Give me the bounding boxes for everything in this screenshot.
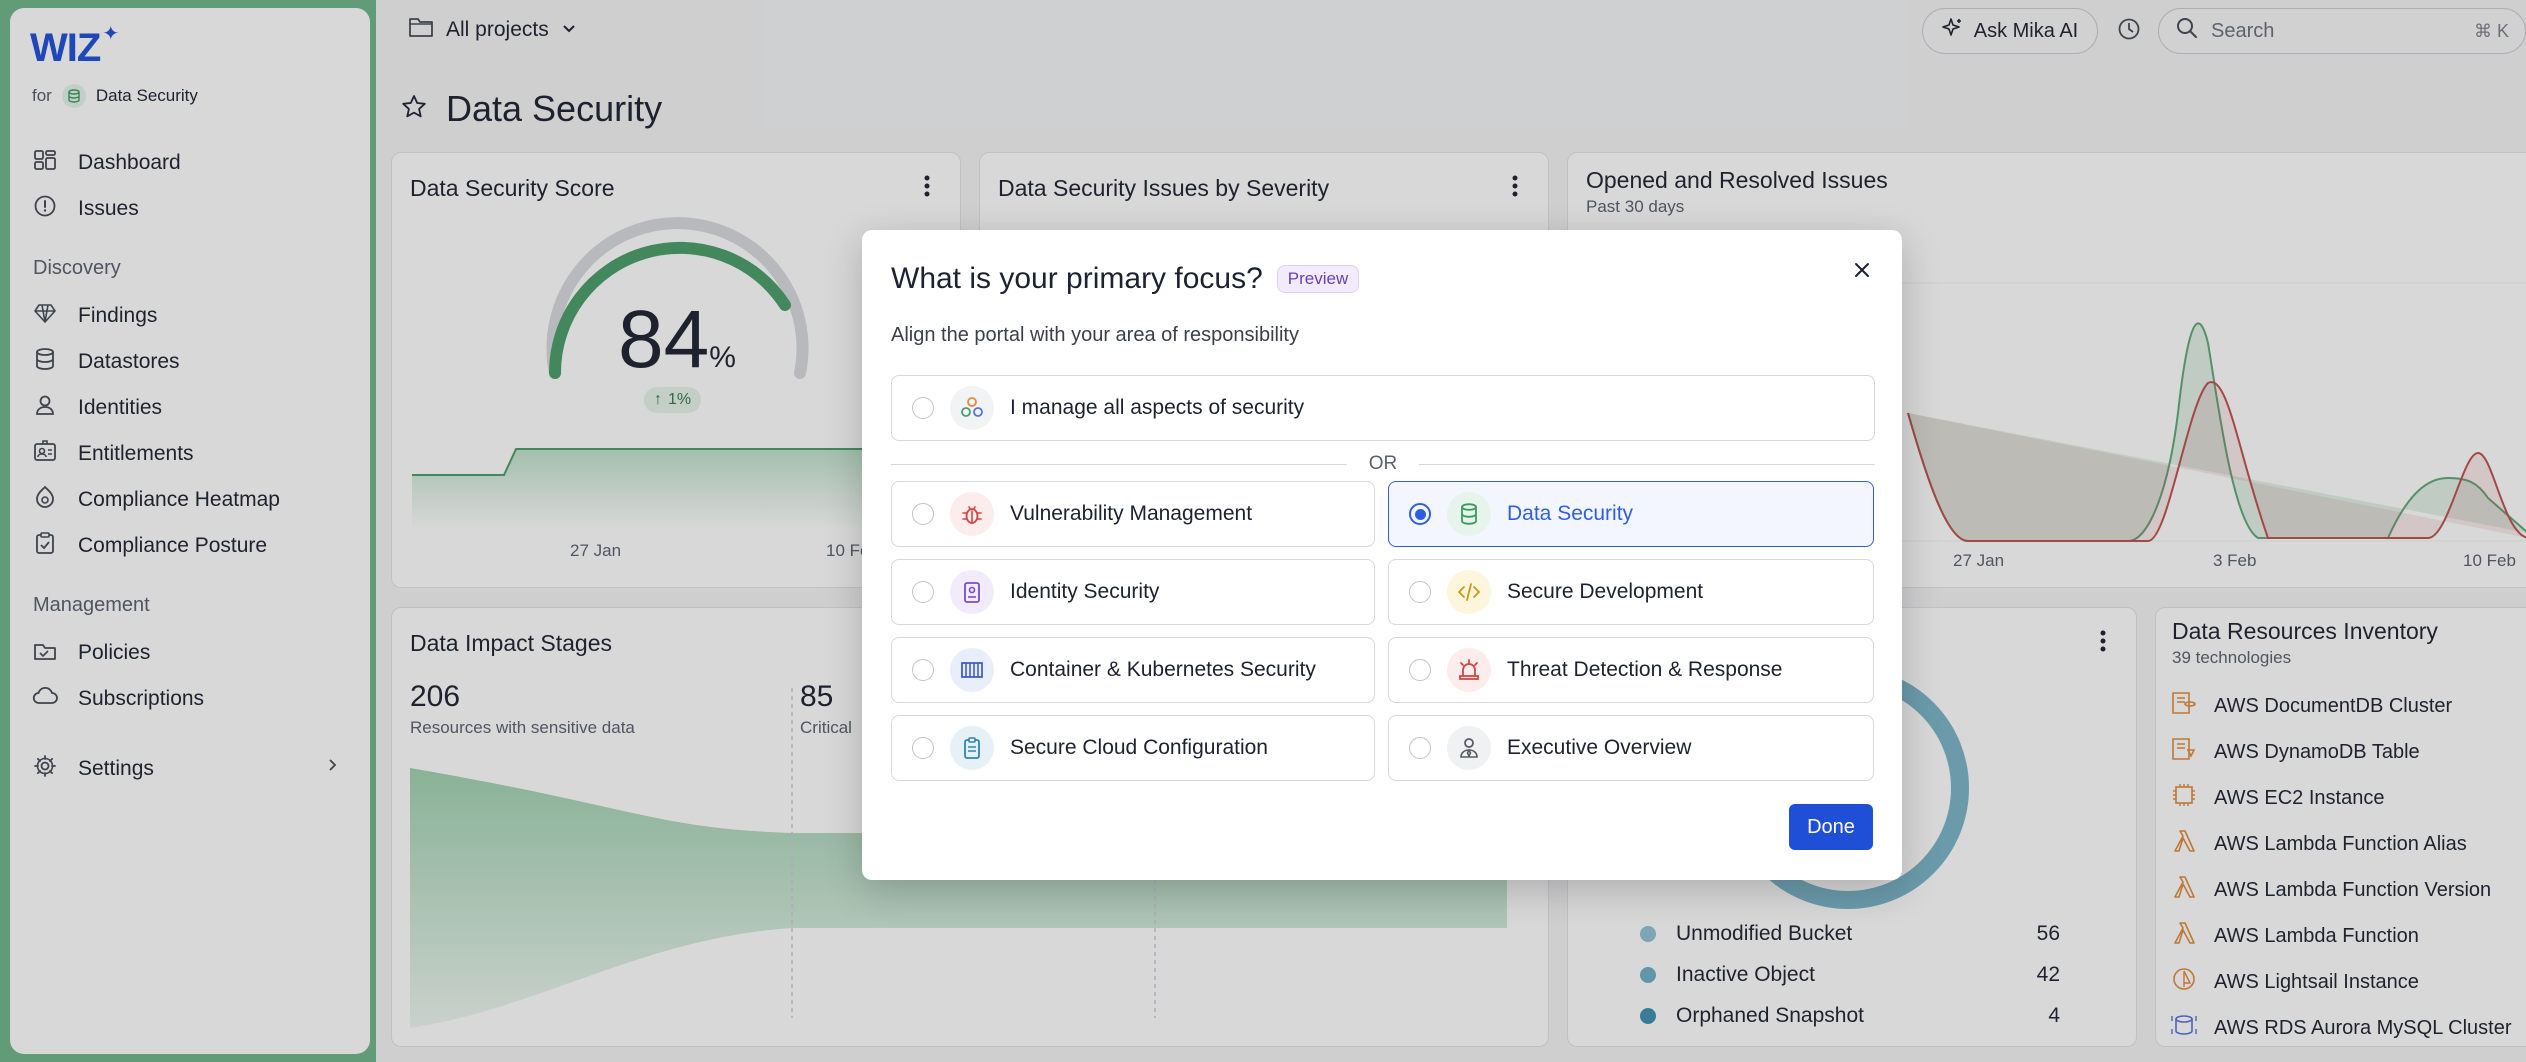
radio-button[interactable]	[912, 581, 934, 603]
radio-button[interactable]	[912, 659, 934, 681]
radio-button-selected[interactable]	[1409, 503, 1431, 525]
option-label: Executive Overview	[1507, 736, 1692, 759]
option-executive-overview[interactable]: Executive Overview	[1388, 715, 1874, 781]
database-icon	[1447, 492, 1491, 536]
option-label: Secure Cloud Configuration	[1010, 736, 1268, 759]
dialog-title-row: What is your primary focus? Preview	[891, 262, 1360, 296]
option-label: Secure Development	[1507, 580, 1704, 603]
or-divider: OR	[891, 452, 1875, 476]
option-label: Threat Detection & Response	[1507, 658, 1783, 681]
divider-line	[1419, 463, 1875, 465]
option-label: I manage all aspects of security	[1010, 396, 1305, 419]
siren-icon	[1447, 648, 1491, 692]
radio-button[interactable]	[1409, 659, 1431, 681]
radio-button[interactable]	[912, 503, 934, 525]
bug-icon	[950, 492, 994, 536]
executive-icon	[1447, 726, 1491, 770]
radio-button[interactable]	[1409, 737, 1431, 759]
option-threat-detection[interactable]: Threat Detection & Response	[1388, 637, 1874, 703]
container-icon	[950, 648, 994, 692]
option-label: Data Security	[1507, 502, 1634, 525]
option-identity-security[interactable]: Identity Security	[891, 559, 1375, 625]
radio-button[interactable]	[1409, 581, 1431, 603]
primary-focus-dialog: What is your primary focus? Preview Alig…	[862, 230, 1902, 880]
divider-line	[891, 463, 1347, 465]
clipboard-icon	[950, 726, 994, 770]
dialog-subtitle: Align the portal with your area of respo…	[891, 324, 1299, 346]
option-secure-development[interactable]: Secure Development	[1388, 559, 1874, 625]
radio-button[interactable]	[912, 737, 934, 759]
option-vulnerability-management[interactable]: Vulnerability Management	[891, 481, 1375, 547]
option-label: Identity Security	[1010, 580, 1160, 603]
option-container-kubernetes[interactable]: Container & Kubernetes Security	[891, 637, 1375, 703]
close-icon[interactable]	[1852, 260, 1872, 285]
option-all-aspects[interactable]: I manage all aspects of security	[891, 375, 1875, 441]
badge-icon	[950, 570, 994, 614]
option-label: Container & Kubernetes Security	[1010, 658, 1316, 681]
option-data-security[interactable]: Data Security	[1388, 481, 1874, 547]
code-icon	[1447, 570, 1491, 614]
done-button[interactable]: Done	[1789, 804, 1873, 850]
all-aspects-icon	[950, 386, 994, 430]
option-secure-cloud-configuration[interactable]: Secure Cloud Configuration	[891, 715, 1375, 781]
dialog-title: What is your primary focus?	[891, 262, 1263, 295]
preview-badge: Preview	[1276, 265, 1360, 293]
radio-button[interactable]	[912, 397, 934, 419]
or-label: OR	[1368, 453, 1398, 474]
option-label: Vulnerability Management	[1010, 502, 1253, 525]
